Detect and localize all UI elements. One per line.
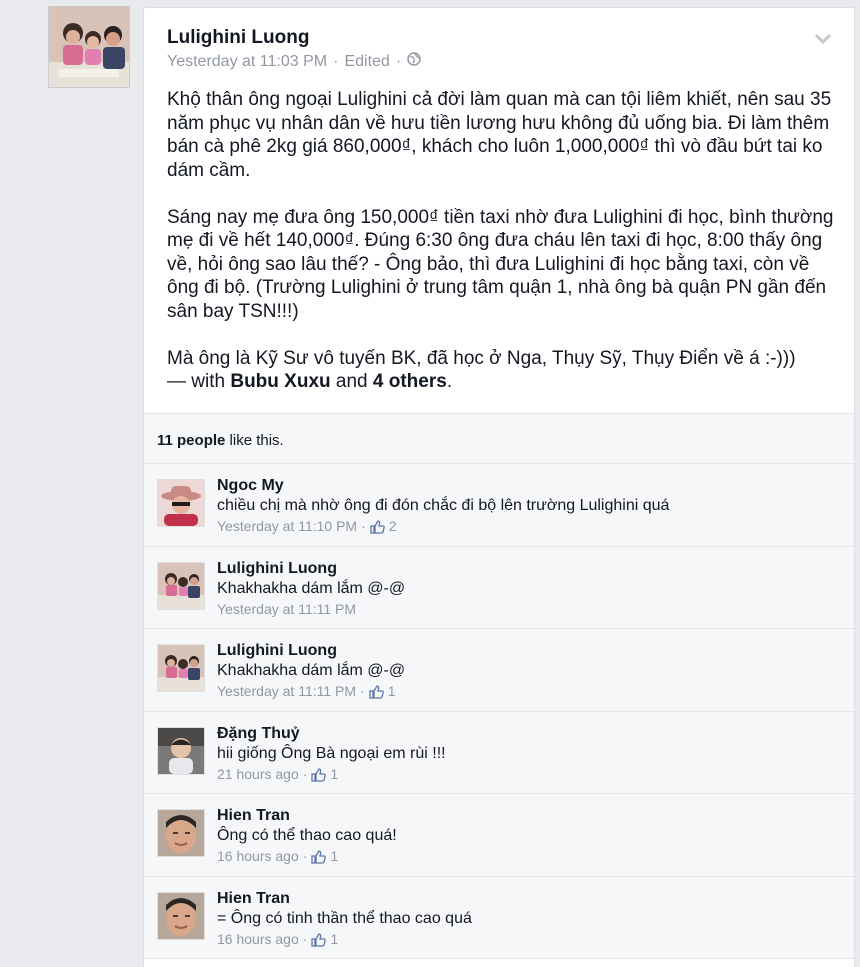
meta-separator: · bbox=[302, 930, 308, 947]
post-paragraph: Mà ông là Kỹ Sư vô tuyến BK, đã học ở Ng… bbox=[167, 347, 837, 394]
comment-list: Ngoc My chiều chị mà nhờ ông đi đón chắc… bbox=[144, 464, 854, 959]
page-profile-photo[interactable] bbox=[48, 6, 130, 88]
comment-meta: 16 hours ago · 1 bbox=[217, 929, 837, 949]
comment-meta: Yesterday at 11:11 PM · 1 bbox=[217, 681, 837, 701]
tagged-person-link[interactable]: Bubu Xuxu bbox=[230, 371, 330, 392]
commenter-avatar[interactable] bbox=[157, 479, 205, 527]
chevron-down-icon[interactable] bbox=[814, 32, 832, 46]
meta-separator: · bbox=[302, 848, 308, 864]
comment-text: Khakhakha dám lắm @-@ bbox=[217, 579, 406, 597]
like-thumb-icon[interactable] bbox=[311, 767, 327, 782]
comment-content: Đặng Thuỷ hii giống Ông Bà ngoại em rùi … bbox=[217, 724, 837, 784]
commenter-name[interactable]: Ngoc My bbox=[217, 476, 837, 496]
likes-suffix: like this. bbox=[225, 432, 284, 449]
comment-item: Ngoc My chiều chị mà nhờ ông đi đón chắc… bbox=[144, 464, 854, 547]
comment-like-count[interactable]: 1 bbox=[330, 929, 338, 949]
comment-item: Hien Tran Ông có thể thao cao quá! 16 ho… bbox=[144, 794, 854, 877]
and-text: and bbox=[330, 371, 373, 392]
comment-text: chiều chị mà nhờ ông đi đón chắc đi bộ l… bbox=[217, 497, 670, 514]
comment-item: Đặng Thuỷ hii giống Ông Bà ngoại em rùi … bbox=[144, 711, 854, 794]
like-thumb-icon[interactable] bbox=[311, 849, 327, 864]
post-paragraph: Khộ thân ông ngoại Lulighini cả đời làm … bbox=[167, 89, 832, 181]
commenter-name[interactable]: Hien Tran bbox=[217, 806, 837, 826]
commenter-avatar[interactable] bbox=[157, 726, 205, 775]
post-author-name[interactable]: Lulighini Luong bbox=[167, 26, 421, 50]
like-thumb-icon[interactable] bbox=[369, 684, 384, 699]
comment-item: Lulighini Luong Khakhakha dám lắm @-@ Ye… bbox=[144, 629, 854, 712]
post-timestamp[interactable]: Yesterday at 11:03 PM bbox=[167, 53, 327, 71]
comment-content: Hien Tran Ông có thể thao cao quá! 16 ho… bbox=[217, 806, 837, 866]
comment-content: Lulighini Luong Khakhakha dám lắm @-@ Ye… bbox=[217, 559, 837, 619]
commenter-name[interactable]: Lulighini Luong bbox=[217, 559, 837, 579]
post-card: Lulighini Luong Yesterday at 11:03 PM · … bbox=[143, 7, 855, 967]
with-prefix: — with bbox=[167, 371, 231, 392]
comment-text: Khakhakha dám lắm @-@ bbox=[217, 662, 406, 679]
likes-summary: 11 people like this. bbox=[144, 413, 854, 464]
comment-timestamp[interactable]: Yesterday at 11:11 PM bbox=[217, 681, 356, 701]
comment-text: = Ông có tinh thần thể thao cao quá bbox=[217, 909, 472, 927]
commenter-avatar[interactable] bbox=[157, 561, 205, 610]
commenter-avatar[interactable] bbox=[157, 644, 205, 692]
comment-timestamp[interactable]: 16 hours ago bbox=[217, 846, 299, 866]
comment-content: Lulighini Luong Khakhakha dám lắm @-@ Ye… bbox=[217, 641, 837, 701]
meta-separator: · bbox=[360, 683, 365, 699]
commenter-avatar[interactable] bbox=[157, 809, 205, 857]
comment-meta: Yesterday at 11:10 PM · 2 bbox=[217, 516, 837, 536]
comment-meta: 21 hours ago · 1 bbox=[217, 764, 837, 784]
comment-item: Hien Tran = Ông có tinh thần thể thao ca… bbox=[144, 876, 854, 959]
post-body: Khộ thân ông ngoại Lulighini cả đời làm … bbox=[167, 88, 837, 394]
meta-separator: · bbox=[333, 52, 339, 70]
comment-text: Ông có thể thao cao quá! bbox=[217, 827, 397, 844]
post-paragraph: Sáng nay mẹ đưa ông 150,000₫ tiền taxi n… bbox=[167, 206, 834, 322]
post-meta: Yesterday at 11:03 PM · Edited · bbox=[167, 52, 421, 71]
commenter-avatar[interactable] bbox=[157, 891, 205, 940]
globe-icon[interactable] bbox=[407, 52, 421, 71]
comment-meta: Yesterday at 11:11 PM bbox=[217, 599, 837, 619]
post-header: Lulighini Luong Yesterday at 11:03 PM · … bbox=[167, 26, 421, 71]
comment-timestamp[interactable]: 16 hours ago bbox=[217, 929, 299, 949]
like-thumb-icon[interactable] bbox=[311, 932, 327, 947]
comment-timestamp[interactable]: Yesterday at 11:11 PM bbox=[217, 599, 356, 619]
commenter-name[interactable]: Đặng Thuỷ bbox=[217, 724, 837, 744]
meta-separator: · bbox=[395, 52, 402, 70]
commenter-name[interactable]: Hien Tran bbox=[217, 889, 837, 909]
post-paragraph-text: Mà ông là Kỹ Sư vô tuyến BK, đã học ở Ng… bbox=[167, 347, 796, 369]
commenter-name[interactable]: Lulighini Luong bbox=[217, 641, 837, 661]
comment-like-count[interactable]: 2 bbox=[389, 516, 397, 536]
comment-timestamp[interactable]: 21 hours ago bbox=[217, 764, 299, 784]
edited-label[interactable]: Edited bbox=[344, 53, 389, 71]
comment-timestamp[interactable]: Yesterday at 11:10 PM bbox=[217, 516, 357, 536]
meta-separator: · bbox=[302, 765, 308, 782]
tagged-others-link[interactable]: 4 others bbox=[373, 371, 447, 392]
comment-item: Lulighini Luong Khakhakha dám lắm @-@ Ye… bbox=[144, 546, 854, 629]
meta-separator: · bbox=[361, 518, 366, 534]
comment-meta: 16 hours ago · 1 bbox=[217, 846, 837, 866]
period: . bbox=[446, 371, 453, 392]
comment-like-count[interactable]: 1 bbox=[388, 681, 396, 701]
like-thumb-icon[interactable] bbox=[370, 519, 385, 534]
comment-content: Hien Tran = Ông có tinh thần thể thao ca… bbox=[217, 889, 837, 949]
comment-like-count[interactable]: 1 bbox=[330, 764, 338, 784]
comment-like-count[interactable]: 1 bbox=[330, 846, 338, 866]
comment-content: Ngoc My chiều chị mà nhờ ông đi đón chắc… bbox=[217, 476, 837, 536]
comment-text: hii giống Ông Bà ngoại em rùi !!! bbox=[217, 744, 446, 762]
likes-count-link[interactable]: 11 people bbox=[157, 432, 225, 449]
